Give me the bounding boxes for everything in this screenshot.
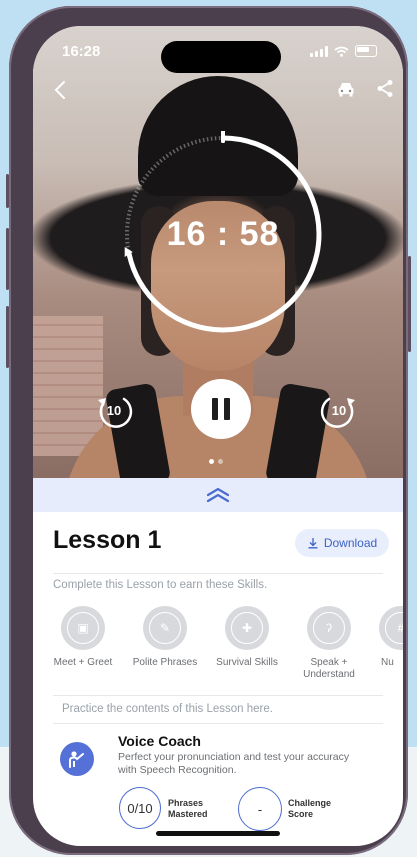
skill-meet-greet[interactable]: ▣ Meet + Greet — [47, 606, 119, 669]
number-icon: # — [385, 612, 403, 644]
status-time: 16:28 — [62, 43, 101, 60]
teacher-icon — [69, 751, 84, 768]
lesson-timer: 16 : 58 — [120, 129, 326, 337]
voice-coach-description: Perfect your pronunciation and test your… — [118, 751, 350, 776]
divider — [53, 723, 383, 724]
skills-hint: Complete this Lesson to earn these Skill… — [53, 579, 268, 591]
download-button[interactable]: Download — [295, 529, 389, 557]
home-indicator[interactable] — [156, 831, 280, 836]
skill-label: Survival Skills — [216, 657, 278, 668]
volume-up-button — [6, 228, 9, 290]
mute-switch — [6, 174, 9, 208]
car-mode-icon[interactable] — [337, 81, 355, 97]
first-aid-icon: ✚ — [231, 612, 263, 644]
download-icon — [308, 538, 318, 549]
share-icon[interactable] — [376, 79, 394, 98]
battery-icon — [355, 45, 377, 57]
dynamic-island — [161, 41, 281, 73]
download-label: Download — [323, 536, 378, 550]
skill-polite-phrases[interactable]: ✎ Polite Phrases — [129, 606, 201, 669]
divider — [53, 573, 383, 574]
wifi-icon — [334, 46, 349, 57]
skip-forward-button[interactable]: 10 — [319, 390, 359, 430]
skill-speak-understand[interactable]: ʔ Speak + Understand — [293, 606, 365, 681]
skip-forward-label: 10 — [331, 402, 347, 418]
challenge-score-stat[interactable]: - — [238, 787, 282, 831]
skip-back-button[interactable]: 10 — [94, 390, 134, 430]
divider — [53, 695, 383, 696]
skill-label: Nu — [381, 657, 394, 668]
pause-button[interactable] — [191, 379, 251, 439]
edit-icon: ✎ — [149, 612, 181, 644]
phone-frame: 16:28 16 : 58 10 10 Lesson 1 Download Co… — [6, 6, 411, 855]
skill-label: Polite Phrases — [132, 657, 198, 668]
ear-icon: ʔ — [313, 612, 345, 644]
screen: 16:28 16 : 58 10 10 Lesson 1 Download Co… — [33, 26, 403, 846]
signal-icon — [310, 45, 328, 57]
double-chevron-up-icon — [206, 487, 230, 503]
status-icons — [310, 45, 377, 57]
practice-hint: Practice the contents of this Lesson her… — [62, 703, 273, 715]
skip-back-label: 10 — [106, 402, 122, 418]
skills-row: ▣ Meet + Greet ✎ Polite Phrases ✚ Surviv… — [53, 606, 403, 686]
challenge-score-value: - — [257, 801, 263, 817]
voice-coach-icon — [60, 742, 94, 776]
lesson-title: Lesson 1 — [53, 526, 162, 554]
phrases-mastered-stat[interactable]: 0/10 — [119, 787, 161, 829]
chat-icon: ▣ — [67, 612, 99, 644]
voice-coach-title: Voice Coach — [118, 733, 201, 749]
skill-label: Speak + Understand — [303, 657, 355, 680]
volume-down-button — [6, 306, 9, 368]
back-icon[interactable] — [53, 80, 67, 100]
skill-numbers[interactable]: # Nu — [371, 606, 403, 669]
challenge-score-label: Challenge Score — [288, 798, 332, 819]
power-button — [408, 256, 411, 352]
phrases-mastered-label: Phrases Mastered — [168, 798, 208, 819]
skill-survival-skills[interactable]: ✚ Survival Skills — [211, 606, 283, 669]
phrases-mastered-value: 0/10 — [127, 800, 153, 816]
skill-label: Meet + Greet — [53, 657, 113, 668]
page-indicator — [209, 459, 223, 464]
expand-sheet-handle[interactable] — [33, 478, 403, 512]
timer-readout: 16 : 58 — [166, 214, 280, 253]
